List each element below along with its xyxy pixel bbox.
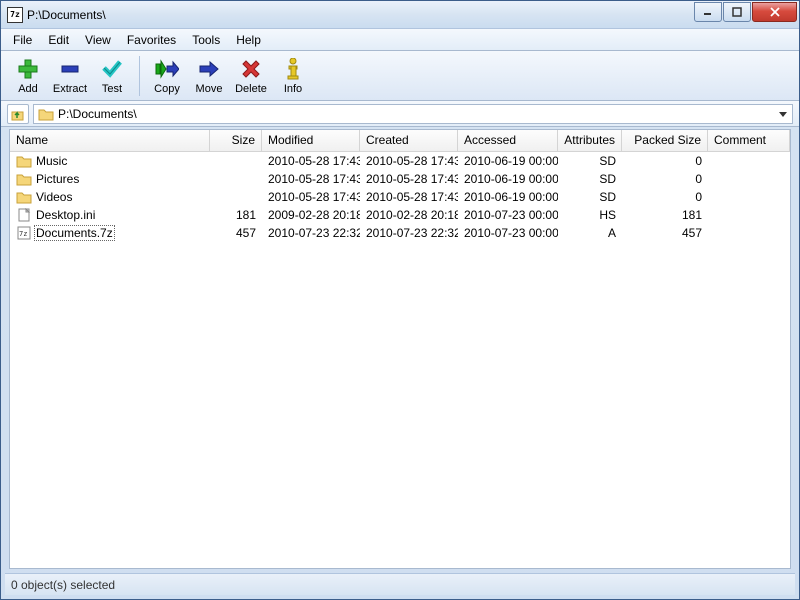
file-name: Documents.7z bbox=[36, 226, 115, 240]
col-comment[interactable]: Comment bbox=[708, 130, 790, 151]
file-name: Desktop.ini bbox=[36, 208, 95, 222]
maximize-button[interactable] bbox=[723, 2, 751, 22]
menu-view[interactable]: View bbox=[77, 31, 119, 49]
chevron-down-icon[interactable] bbox=[778, 108, 788, 120]
file-modified: 2009-02-28 20:18 bbox=[262, 207, 360, 223]
file-packed: 181 bbox=[622, 207, 708, 223]
file-accessed: 2010-07-23 00:00 bbox=[458, 225, 558, 241]
minus-icon bbox=[59, 57, 81, 81]
col-size[interactable]: Size bbox=[210, 130, 262, 151]
file-size bbox=[210, 178, 262, 180]
list-item[interactable]: 7zDocuments.7z4572010-07-23 22:322010-07… bbox=[10, 224, 790, 242]
folder-icon bbox=[38, 107, 54, 121]
minimize-button[interactable] bbox=[694, 2, 722, 22]
file-attributes: HS bbox=[558, 207, 622, 223]
file-accessed: 2010-07-23 00:00 bbox=[458, 207, 558, 223]
check-icon bbox=[101, 57, 123, 81]
col-name[interactable]: Name bbox=[10, 130, 210, 151]
file-modified: 2010-07-23 22:32 bbox=[262, 225, 360, 241]
file-accessed: 2010-06-19 00:00 bbox=[458, 189, 558, 205]
list-item[interactable]: Videos2010-05-28 17:432010-05-28 17:4320… bbox=[10, 188, 790, 206]
up-button[interactable] bbox=[7, 104, 29, 124]
copy-button[interactable]: Copy bbox=[146, 53, 188, 99]
app-window: 7z P:\Documents\ File Edit View Favorite… bbox=[0, 0, 800, 600]
file-comment bbox=[708, 214, 790, 216]
file-modified: 2010-05-28 17:43 bbox=[262, 189, 360, 205]
col-modified[interactable]: Modified bbox=[262, 130, 360, 151]
svg-text:7z: 7z bbox=[19, 230, 27, 238]
status-text: 0 object(s) selected bbox=[11, 578, 115, 592]
extract-button[interactable]: Extract bbox=[49, 53, 91, 99]
info-icon bbox=[286, 57, 300, 81]
file-created: 2010-05-28 17:43 bbox=[360, 153, 458, 169]
move-button[interactable]: Move bbox=[188, 53, 230, 99]
list-item[interactable]: Pictures 2010-05-28 17:432010-05-28 17:43… bbox=[10, 170, 790, 188]
pathbar: P:\Documents\ bbox=[1, 101, 799, 127]
column-headers: Name Size Modified Created Accessed Attr… bbox=[10, 130, 790, 152]
file-size bbox=[210, 196, 262, 198]
file-list[interactable]: Name Size Modified Created Accessed Attr… bbox=[9, 129, 791, 569]
file-created: 2010-05-28 17:43 bbox=[360, 189, 458, 205]
file-attributes: SD bbox=[558, 153, 622, 169]
x-icon bbox=[241, 57, 261, 81]
toolbar-separator bbox=[139, 56, 140, 96]
file-size: 181 bbox=[210, 207, 262, 223]
file-modified: 2010-05-28 17:43 bbox=[262, 153, 360, 169]
path-combo[interactable]: P:\Documents\ bbox=[33, 104, 793, 124]
file-size bbox=[210, 160, 262, 162]
menu-file[interactable]: File bbox=[5, 31, 40, 49]
file-comment bbox=[708, 232, 790, 234]
file-name: Music bbox=[36, 154, 67, 168]
menubar: File Edit View Favorites Tools Help bbox=[1, 29, 799, 51]
file-attributes: A bbox=[558, 225, 622, 241]
menu-tools[interactable]: Tools bbox=[184, 31, 228, 49]
file-accessed: 2010-06-19 00:00 bbox=[458, 171, 558, 187]
copy-arrow-icon bbox=[155, 57, 179, 81]
path-text: P:\Documents\ bbox=[58, 107, 137, 121]
window-controls bbox=[693, 2, 797, 22]
titlebar[interactable]: 7z P:\Documents\ bbox=[1, 1, 799, 29]
delete-button[interactable]: Delete bbox=[230, 53, 272, 99]
file-comment bbox=[708, 178, 790, 180]
file-name: Videos bbox=[36, 190, 72, 204]
menu-favorites[interactable]: Favorites bbox=[119, 31, 184, 49]
col-accessed[interactable]: Accessed bbox=[458, 130, 558, 151]
statusbar: 0 object(s) selected bbox=[5, 573, 795, 595]
file-created: 2010-02-28 20:18 bbox=[360, 207, 458, 223]
file-accessed: 2010-06-19 00:00 bbox=[458, 153, 558, 169]
file-packed: 0 bbox=[622, 189, 708, 205]
move-arrow-icon bbox=[198, 57, 220, 81]
plus-icon bbox=[17, 57, 39, 81]
file-modified: 2010-05-28 17:43 bbox=[262, 171, 360, 187]
file-comment bbox=[708, 160, 790, 162]
file-created: 2010-05-28 17:43 bbox=[360, 171, 458, 187]
folder-up-icon bbox=[11, 107, 25, 121]
menu-help[interactable]: Help bbox=[228, 31, 269, 49]
file-comment bbox=[708, 196, 790, 198]
file-attributes: SD bbox=[558, 171, 622, 187]
file-rows: Music2010-05-28 17:432010-05-28 17:43201… bbox=[10, 152, 790, 242]
close-button[interactable] bbox=[752, 2, 797, 22]
info-button[interactable]: Info bbox=[272, 53, 314, 99]
add-button[interactable]: Add bbox=[7, 53, 49, 99]
col-created[interactable]: Created bbox=[360, 130, 458, 151]
col-attributes[interactable]: Attributes bbox=[558, 130, 622, 151]
file-packed: 0 bbox=[622, 153, 708, 169]
file-packed: 0 bbox=[622, 171, 708, 187]
file-size: 457 bbox=[210, 225, 262, 241]
file-created: 2010-07-23 22:32 bbox=[360, 225, 458, 241]
list-item[interactable]: Music2010-05-28 17:432010-05-28 17:43201… bbox=[10, 152, 790, 170]
window-title: P:\Documents\ bbox=[27, 8, 693, 22]
file-packed: 457 bbox=[622, 225, 708, 241]
menu-edit[interactable]: Edit bbox=[40, 31, 77, 49]
toolbar: Add Extract Test Copy Move Delete Info bbox=[1, 51, 799, 101]
list-item[interactable]: Desktop.ini1812009-02-28 20:182010-02-28… bbox=[10, 206, 790, 224]
file-name: Pictures bbox=[36, 172, 79, 186]
test-button[interactable]: Test bbox=[91, 53, 133, 99]
col-packed[interactable]: Packed Size bbox=[622, 130, 708, 151]
app-icon: 7z bbox=[7, 7, 23, 23]
file-attributes: SD bbox=[558, 189, 622, 205]
